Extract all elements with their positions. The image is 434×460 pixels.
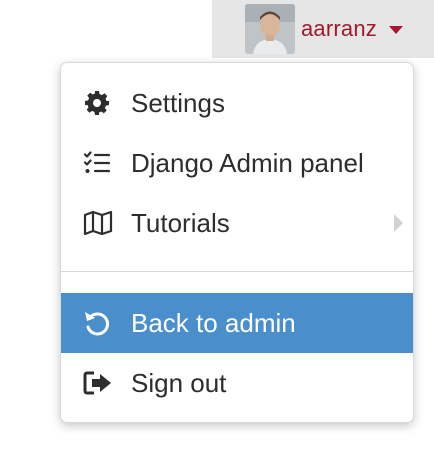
undo-icon — [83, 308, 119, 338]
user-menu-toggle[interactable]: aarranz — [212, 0, 434, 58]
menu-item-label: Django Admin panel — [131, 147, 364, 178]
menu-item-label: Sign out — [131, 367, 227, 398]
menu-item-label: Settings — [131, 87, 225, 118]
user-dropdown-menu: Settings Django Admin panel Tutorials Ba… — [60, 62, 414, 423]
sign-out-icon — [83, 368, 119, 398]
menu-item-settings[interactable]: Settings — [61, 73, 413, 133]
gear-icon — [83, 88, 119, 118]
chevron-right-icon — [394, 214, 403, 232]
menu-item-django-admin[interactable]: Django Admin panel — [61, 133, 413, 193]
menu-item-label: Tutorials — [131, 207, 230, 238]
tasks-list-icon — [83, 148, 119, 178]
avatar — [245, 4, 295, 54]
menu-divider — [61, 271, 413, 272]
menu-item-tutorials[interactable]: Tutorials — [61, 193, 413, 253]
caret-down-icon — [389, 26, 403, 34]
username: aarranz — [301, 16, 377, 41]
menu-item-label: Back to admin — [131, 307, 296, 338]
map-icon — [83, 208, 119, 238]
menu-item-sign-out[interactable]: Sign out — [61, 353, 413, 413]
menu-item-back-to-admin[interactable]: Back to admin — [61, 293, 413, 353]
